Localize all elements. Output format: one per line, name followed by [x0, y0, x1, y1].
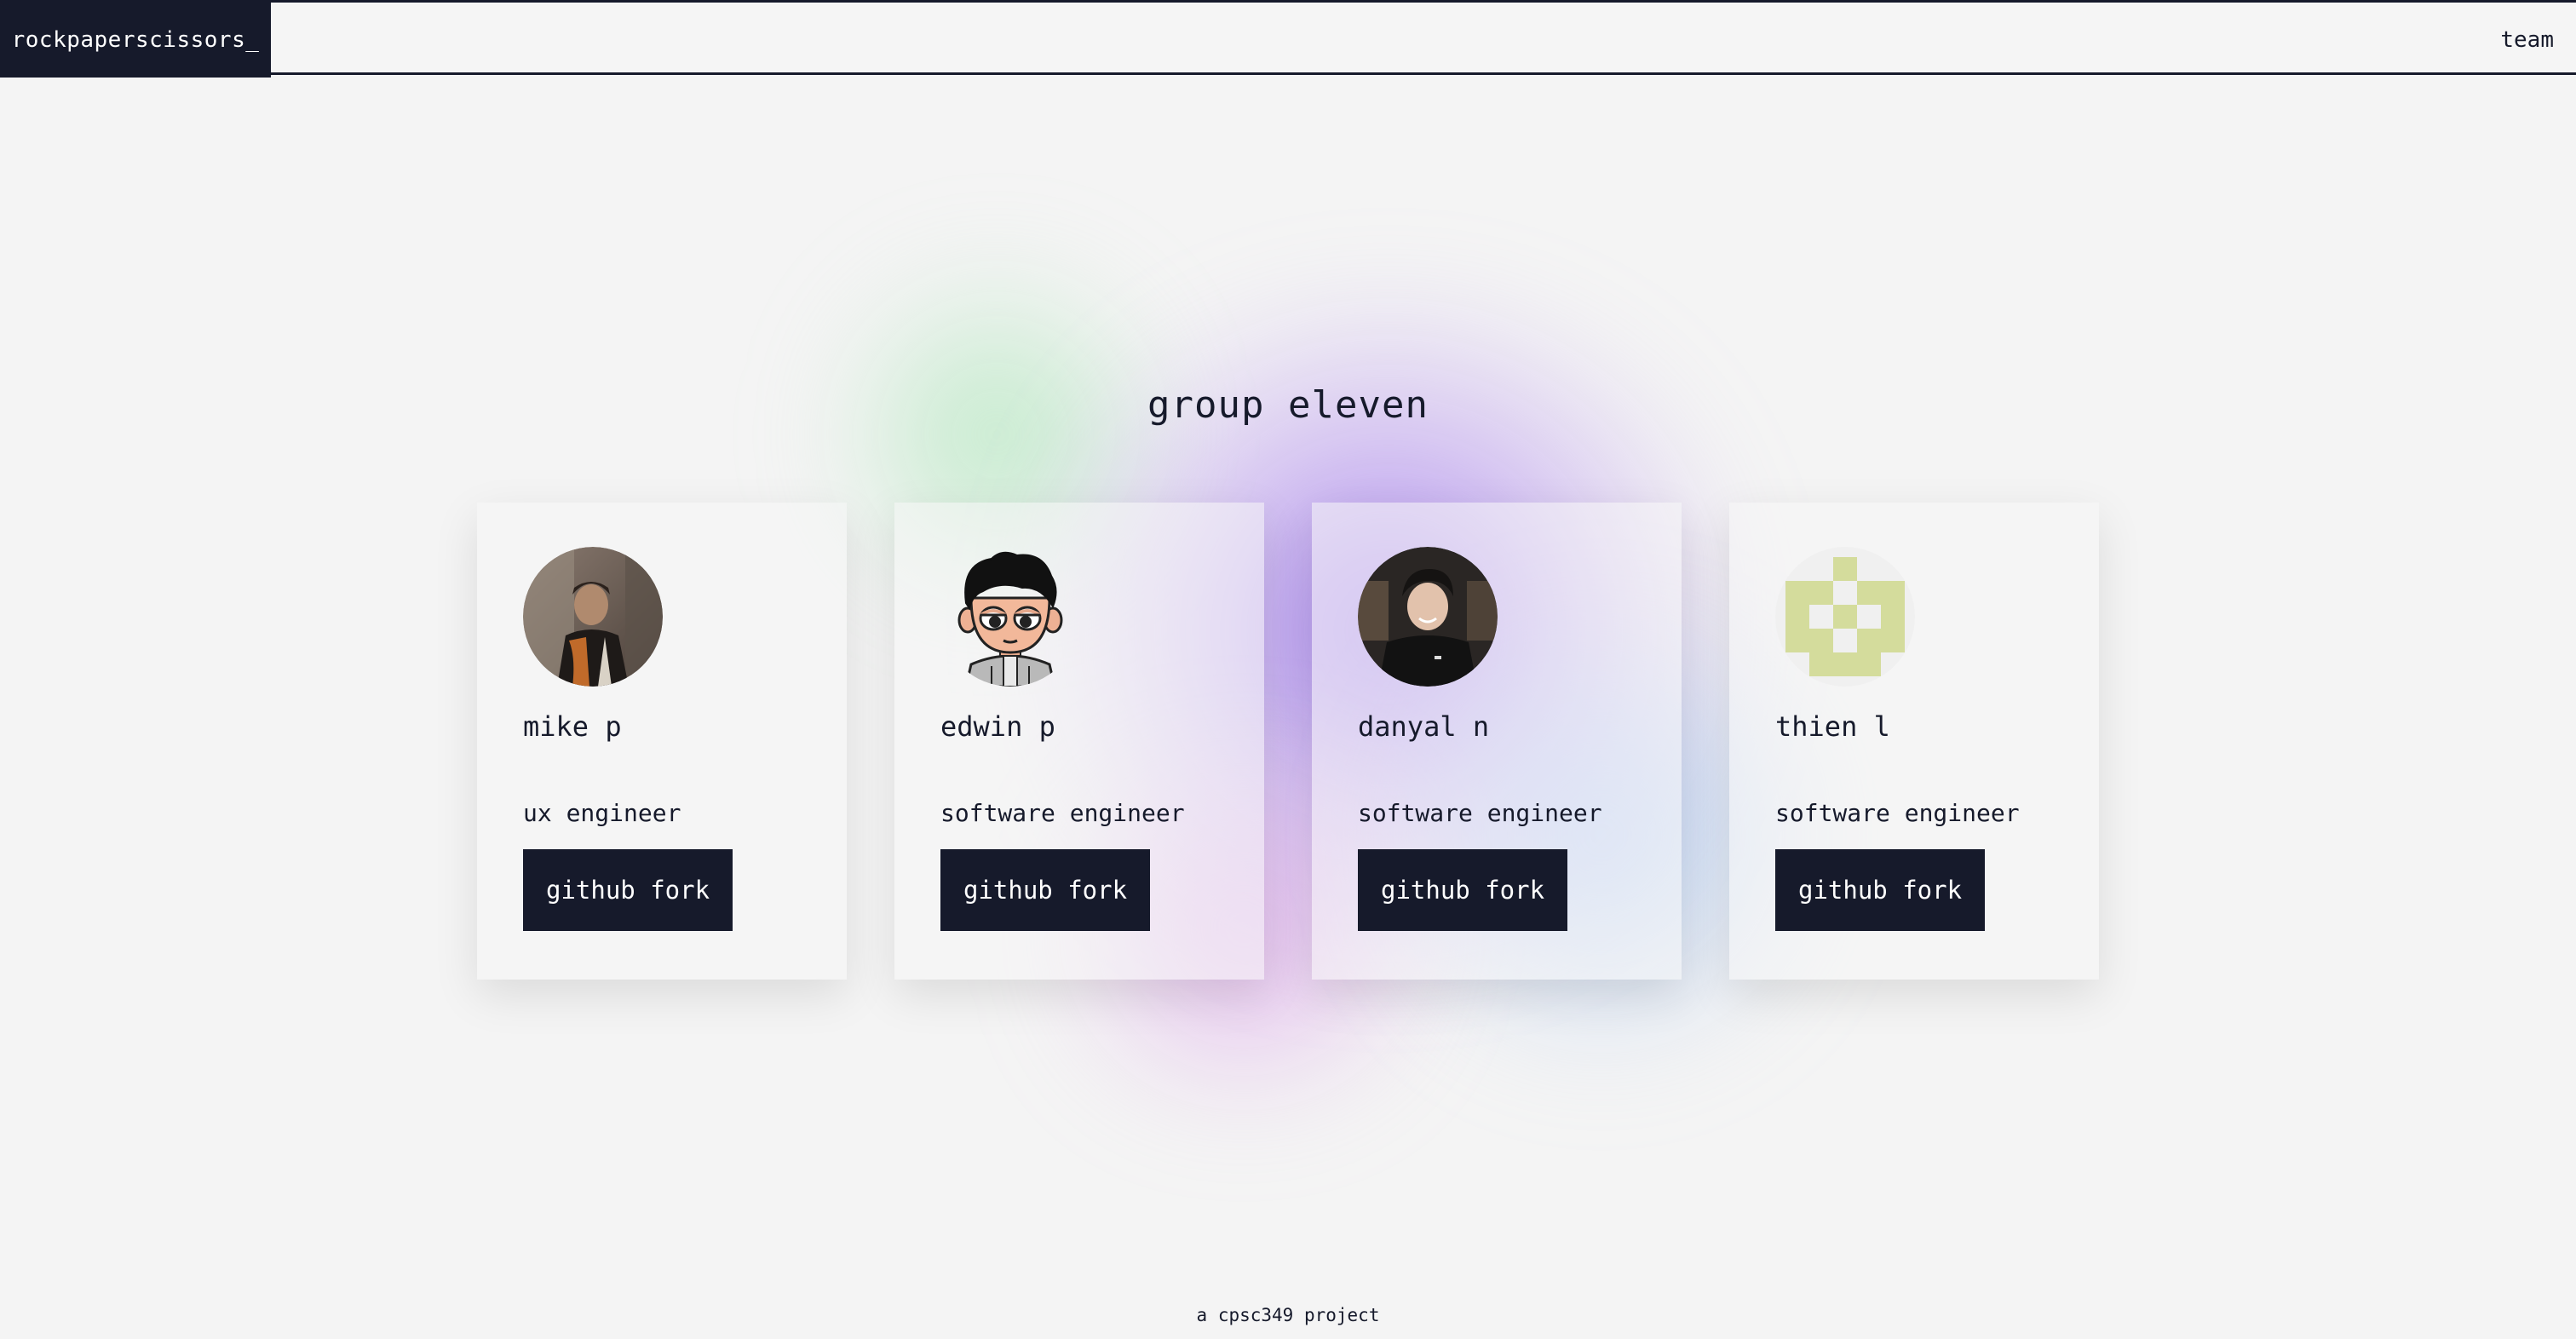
avatar-photo-icon	[1358, 547, 1498, 687]
member-card: edwin p software engineer github fork	[894, 503, 1264, 980]
avatar-cartoon-icon	[957, 551, 1063, 687]
member-card: thien l software engineer github fork	[1729, 503, 2099, 980]
avatar-photo-icon	[523, 547, 663, 687]
github-fork-button[interactable]: github fork	[1775, 849, 1986, 931]
brand-logo-link[interactable]: rockpaperscissors_	[0, 3, 271, 78]
page: rockpaperscissors_ team group eleven mik…	[0, 0, 2576, 1339]
member-name: mike p	[523, 710, 622, 743]
github-fork-button[interactable]: github fork	[1358, 849, 1568, 931]
member-card: mike p ux engineer github fork	[477, 503, 847, 980]
member-role: software engineer	[940, 799, 1185, 827]
footer-text: a cpsc349 project	[1196, 1305, 1380, 1325]
member-role: ux engineer	[523, 799, 681, 827]
nav-link-team[interactable]: team	[2500, 3, 2554, 78]
member-card: danyal n software engineer github fork	[1312, 503, 1682, 980]
page-title: group eleven	[1147, 383, 1429, 427]
member-role: software engineer	[1775, 799, 2020, 827]
member-name: danyal n	[1358, 710, 1490, 743]
member-name: edwin p	[940, 710, 1055, 743]
github-fork-button[interactable]: github fork	[523, 849, 733, 931]
member-name: thien l	[1775, 710, 1890, 743]
top-navbar: rockpaperscissors_ team	[0, 0, 2576, 78]
member-role: software engineer	[1358, 799, 1602, 827]
team-cards: mike p ux engineer github fork edwin p s…	[477, 503, 2099, 980]
github-fork-button[interactable]: github fork	[940, 849, 1151, 931]
avatar-identicon-icon	[1775, 547, 1915, 687]
